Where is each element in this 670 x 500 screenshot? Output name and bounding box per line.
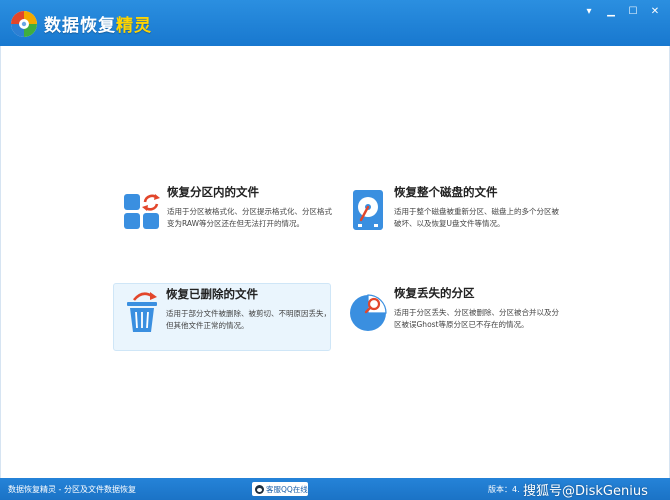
app-title-accent: 精灵 [116, 16, 152, 36]
option-title: 恢复丢失的分区 [394, 286, 475, 300]
recover-disk-files-option[interactable]: 恢复整个磁盘的文件 适用于整个磁盘被重新分区、磁盘上的多个分区被破坏、以及恢复U… [342, 182, 560, 250]
option-description: 适用于分区丢失、分区被删除、分区被合并以及分区被误Ghost等原分区已不存在的情… [394, 308, 559, 329]
disk-icon [353, 190, 383, 230]
close-button[interactable]: ✕ [646, 4, 664, 18]
lost-partition-icon [350, 294, 387, 331]
menu-dropdown-button[interactable]: ▾ [580, 4, 598, 18]
option-title: 恢复已删除的文件 [166, 287, 258, 301]
qq-support-label: 客服QQ在线 [266, 484, 308, 494]
main-panel: 恢复分区内的文件 适用于分区被格式化、分区提示格式化、分区格式变为RAW等分区还… [0, 46, 670, 478]
app-logo-icon [11, 11, 37, 37]
option-title: 恢复分区内的文件 [167, 185, 259, 199]
version-label: 版本：4. [488, 485, 520, 494]
recover-partition-files-option[interactable]: 恢复分区内的文件 适用于分区被格式化、分区提示格式化、分区格式变为RAW等分区还… [115, 182, 333, 250]
option-description: 适用于部分文件被删除、被剪切、不明原因丢失，但其他文件正常的情况。 [166, 309, 331, 330]
title-bar: 数据恢复精灵 ▾ ▁ ☐ ✕ [0, 0, 670, 46]
status-text: 数据恢复精灵 - 分区及文件数据恢复 [8, 485, 136, 494]
app-title: 数据恢复精灵 [44, 11, 152, 36]
status-bar: 数据恢复精灵 - 分区及文件数据恢复 客服QQ在线 版本：4. 搜狐号@Disk… [0, 478, 670, 500]
watermark: 搜狐号@DiskGenius [523, 484, 648, 499]
window-controls: ▾ ▁ ☐ ✕ [580, 4, 664, 18]
option-title: 恢复整个磁盘的文件 [394, 185, 498, 199]
qq-support-button[interactable]: 客服QQ在线 [252, 482, 308, 496]
qq-icon [255, 484, 264, 494]
minimize-button[interactable]: ▁ [602, 4, 620, 18]
option-description: 适用于整个磁盘被重新分区、磁盘上的多个分区被破坏、以及恢复U盘文件等情况。 [394, 207, 559, 228]
recycle-bin-icon [127, 292, 157, 332]
maximize-button[interactable]: ☐ [624, 4, 642, 18]
partition-files-icon [124, 194, 160, 229]
recover-lost-partition-option[interactable]: 恢复丢失的分区 适用于分区丢失、分区被删除、分区被合并以及分区被误Ghost等原… [342, 283, 560, 351]
app-title-main: 数据恢复 [44, 16, 116, 36]
recover-deleted-files-option[interactable]: 恢复已删除的文件 适用于部分文件被删除、被剪切、不明原因丢失，但其他文件正常的情… [113, 283, 331, 351]
option-description: 适用于分区被格式化、分区提示格式化、分区格式变为RAW等分区还在但无法打开的情况… [167, 207, 332, 228]
